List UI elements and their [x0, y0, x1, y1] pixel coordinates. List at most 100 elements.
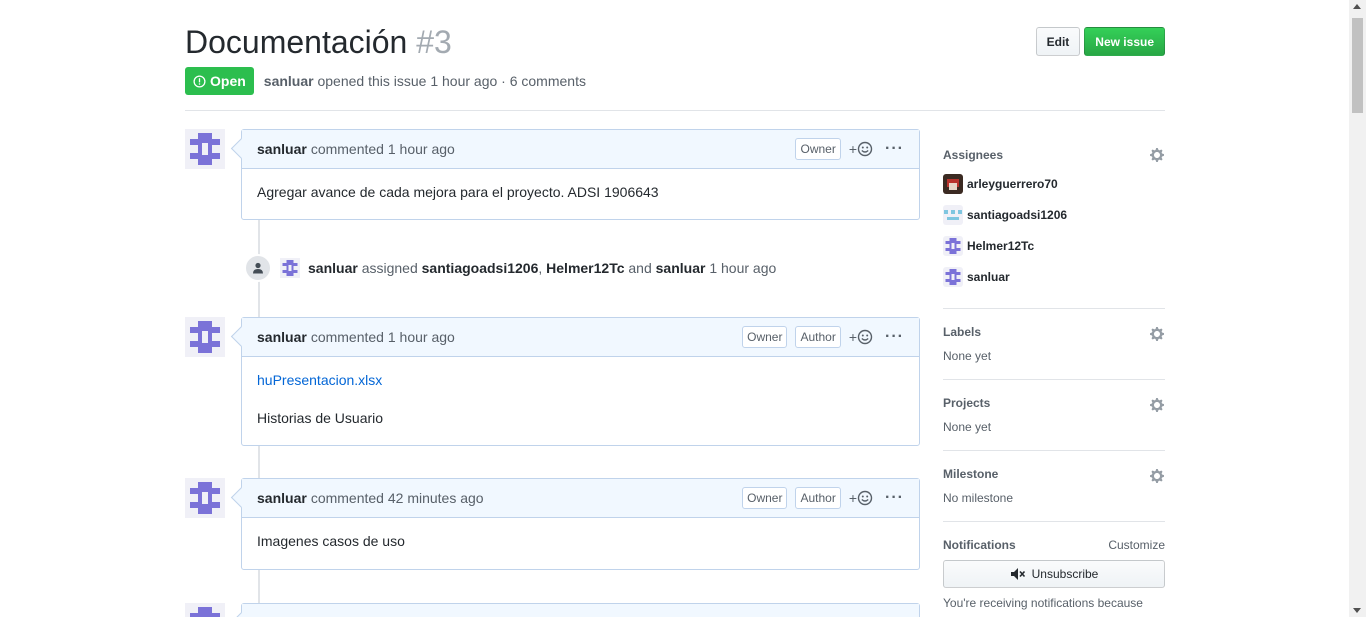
scrollbar-thumb[interactable] [1352, 18, 1363, 113]
avatar[interactable] [185, 129, 225, 169]
event-target-3[interactable]: sanluar [656, 260, 706, 276]
comment-attachment: huPresentacion.xlsx [257, 372, 904, 388]
comment-text: Imagenes casos de uso [257, 533, 405, 549]
event-target-2[interactable]: Helmer12Tc [546, 260, 624, 276]
status-badge: Open [185, 67, 254, 95]
add-reaction-button[interactable]: + [849, 490, 873, 506]
event-separator: , [538, 260, 543, 276]
unsubscribe-button[interactable]: Unsubscribe [943, 560, 1165, 588]
comment-actions: Owner + ··· [795, 138, 904, 160]
avatar [943, 204, 963, 225]
assignee-name: sanluar [967, 269, 1010, 284]
assignee-name: arleyguerrero70 [967, 176, 1058, 191]
comment-body: huPresentacion.xlsx Historias de Usuario [242, 357, 919, 441]
assignee-item[interactable]: arleyguerrero70 [943, 168, 1165, 199]
add-reaction-button[interactable]: + [849, 329, 873, 345]
assignees-title[interactable]: Assignees [943, 148, 1165, 162]
milestone-title[interactable]: Milestone [943, 467, 1165, 481]
issue-number: #3 [416, 24, 452, 60]
comment-action: commented [310, 329, 384, 345]
projects-value: None yet [943, 420, 992, 434]
gear-icon[interactable] [1149, 147, 1165, 163]
customize-link[interactable]: Customize [1108, 538, 1165, 552]
author-badge: Author [795, 487, 841, 509]
add-reaction-button[interactable]: + [849, 141, 873, 157]
comment-body: Agregar avance de cada mejora para el pr… [242, 169, 919, 215]
scroll-down-icon[interactable] [1353, 608, 1361, 613]
comment: sanluar commented 42 minutes ago Owner A… [241, 478, 920, 570]
edit-button[interactable]: Edit [1035, 27, 1081, 56]
comment-header: sanluar commented 1 hour ago Owner + ··· [242, 130, 919, 169]
owner-badge: Owner [742, 326, 788, 348]
milestone-value: No milestone [943, 491, 1014, 505]
plus-label: + [848, 490, 858, 506]
avatar[interactable] [185, 317, 225, 357]
labels-title[interactable]: Labels [943, 325, 1165, 339]
owner-badge: Owner [795, 138, 841, 160]
issue-title-text: Documentación [185, 24, 408, 60]
smiley-icon [857, 490, 873, 506]
comment-author[interactable]: sanluar [257, 141, 307, 157]
comment-time[interactable]: 1 hour ago [388, 141, 455, 157]
issue-opened-text: sanluar opened this issue 1 hour ago · 6… [264, 73, 586, 89]
comment-actions: Owner Author + ··· [742, 487, 904, 509]
event-target-1[interactable]: santiagoadsi1206 [422, 260, 539, 276]
comment-header [242, 604, 919, 617]
event-actor[interactable]: sanluar [308, 260, 358, 276]
comment [241, 603, 920, 617]
avatar [943, 236, 963, 256]
comment-action: commented [310, 490, 384, 506]
avatar[interactable] [280, 258, 300, 278]
smiley-icon [857, 141, 873, 157]
avatar[interactable] [185, 603, 225, 617]
comment-author[interactable]: sanluar [257, 329, 307, 345]
comment-actions: Owner Author + ··· [742, 326, 904, 348]
unsubscribe-label: Unsubscribe [1031, 567, 1099, 581]
issue-author-link[interactable]: sanluar [264, 73, 314, 89]
gear-icon[interactable] [1149, 326, 1165, 342]
assignees-section: Assignees arleyguerrero70 santiagoadsi12… [943, 130, 1165, 309]
assigned-event: sanluar assigned santiagoadsi1206, Helme… [244, 254, 776, 282]
event-time[interactable]: 1 hour ago [709, 260, 776, 276]
event-text: sanluar assigned santiagoadsi1206, Helme… [308, 260, 776, 276]
notifications-note: You're receiving notifications because [943, 596, 1143, 610]
milestone-section: Milestone No milestone [943, 451, 1165, 522]
gear-icon[interactable] [1149, 468, 1165, 484]
header-actions: Edit New issue [1035, 27, 1165, 56]
assignee-item[interactable]: Helmer12Tc [943, 230, 1165, 261]
issue-title: Documentación #3 [185, 24, 452, 61]
plus-label: + [848, 329, 858, 345]
smiley-icon [857, 329, 873, 345]
assignee-item[interactable]: sanluar [943, 261, 1165, 292]
comment-time[interactable]: 1 hour ago [388, 329, 455, 345]
comment-header: sanluar commented 42 minutes ago Owner A… [242, 479, 919, 518]
issue-opened-icon [193, 74, 206, 88]
avatar [943, 173, 963, 194]
author-badge: Author [795, 326, 841, 348]
assignee-list: arleyguerrero70 santiagoadsi1206 Helmer1… [943, 168, 1165, 292]
more-options-button[interactable]: ··· [885, 140, 904, 158]
assignee-item[interactable]: santiagoadsi1206 [943, 199, 1165, 230]
new-issue-button[interactable]: New issue [1084, 27, 1165, 56]
avatar [943, 267, 963, 287]
avatar[interactable] [185, 478, 225, 518]
comment-author[interactable]: sanluar [257, 490, 307, 506]
scroll-up-icon[interactable] [1353, 4, 1361, 9]
comment-time[interactable]: 42 minutes ago [388, 490, 484, 506]
divider [185, 110, 1165, 111]
comment-body: Imagenes casos de uso [242, 518, 919, 564]
more-options-button[interactable]: ··· [885, 489, 904, 507]
more-options-button[interactable]: ··· [885, 328, 904, 346]
comment-header: sanluar commented 1 hour ago Owner Autho… [242, 318, 919, 357]
labels-section: Labels None yet [943, 309, 1165, 380]
page-scrollbar[interactable] [1349, 0, 1366, 617]
gear-icon[interactable] [1149, 397, 1165, 413]
issue-sidebar: Assignees arleyguerrero70 santiagoadsi12… [943, 130, 1165, 617]
mute-icon [1010, 568, 1025, 580]
projects-title[interactable]: Projects [943, 396, 1165, 410]
attachment-link[interactable]: huPresentacion.xlsx [257, 372, 382, 388]
assignee-name: Helmer12Tc [967, 238, 1035, 253]
comment: sanluar commented 1 hour ago Owner + ···… [241, 129, 920, 220]
issue-meta: Open sanluar opened this issue 1 hour ag… [185, 67, 586, 95]
projects-section: Projects None yet [943, 380, 1165, 451]
